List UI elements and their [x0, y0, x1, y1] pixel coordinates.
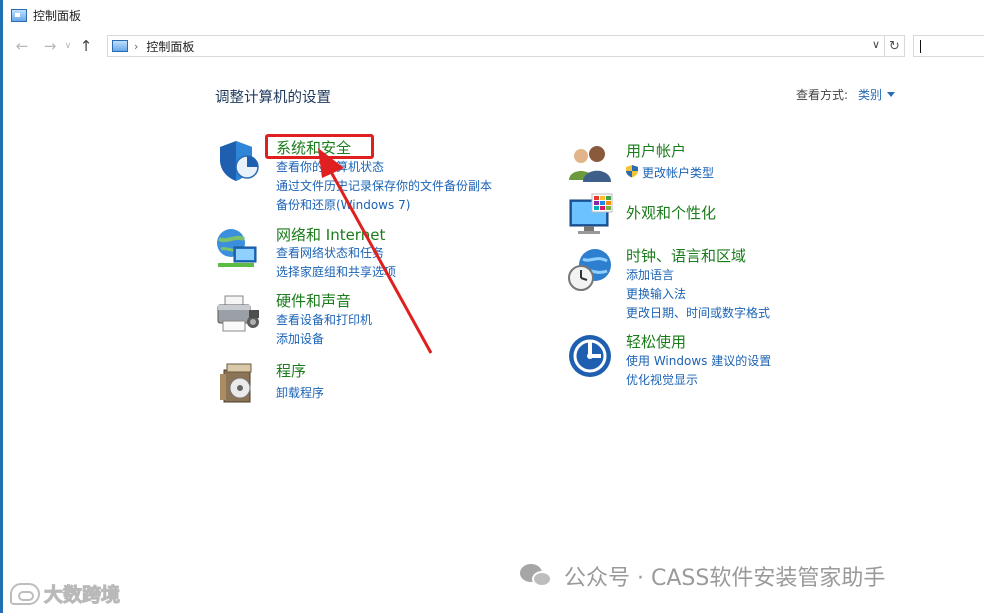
link-add-language[interactable]: 添加语言: [626, 266, 674, 283]
window-left-border: [0, 0, 3, 613]
back-arrow-icon[interactable]: ←: [11, 35, 33, 57]
watermark-left-text: 大数跨境: [43, 584, 121, 607]
title-bar: 控制面板: [3, 0, 984, 30]
link-file-history-backup[interactable]: 通过文件历史记录保存你的文件备份副本: [276, 177, 492, 194]
breadcrumb-control-panel[interactable]: 控制面板: [146, 38, 194, 55]
recent-locations-chevron-icon[interactable]: ∨: [61, 35, 75, 57]
category-title-network[interactable]: 网络和 Internet: [276, 224, 385, 245]
link-devices-printers[interactable]: 查看设备和打印机: [276, 311, 372, 328]
programs-icon: [220, 363, 252, 403]
shield-icon: [220, 141, 259, 181]
users-icon: [569, 146, 611, 182]
control-panel-icon: [112, 40, 128, 52]
monitor-palette-icon: [569, 193, 613, 234]
watermark-left: 大数跨境: [10, 580, 121, 607]
category-title-appearance[interactable]: 外观和个性化: [626, 202, 716, 223]
link-backup-restore[interactable]: 备份和还原(Windows 7): [276, 196, 410, 213]
watermark-right-text: 公众号 · CASS软件安装管家助手: [564, 566, 886, 591]
wechat-icon: [520, 562, 554, 590]
uac-shield-icon: [626, 165, 638, 178]
refresh-icon[interactable]: ↻: [885, 35, 905, 57]
view-by-label: 查看方式:: [796, 88, 849, 102]
link-change-account-type[interactable]: 更改帐户类型: [642, 164, 714, 181]
link-optimize-visual-display[interactable]: 优化视觉显示: [626, 371, 698, 388]
address-dropdown-icon[interactable]: ∨: [872, 38, 880, 51]
link-view-computer-status[interactable]: 查看你的计算机状态: [276, 158, 384, 175]
page-title: 调整计算机的设置: [215, 90, 331, 106]
category-title-hardware[interactable]: 硬件和声音: [276, 290, 351, 311]
ease-of-access-icon: [569, 335, 611, 377]
category-title-ease-of-access[interactable]: 轻松使用: [626, 331, 686, 352]
watermark-right: 公众号 · CASS软件安装管家助手: [520, 560, 885, 592]
printer-icon: [217, 295, 259, 332]
search-input[interactable]: [913, 35, 984, 57]
category-title-programs[interactable]: 程序: [276, 360, 306, 381]
address-bar[interactable]: › 控制面板 ∨: [107, 35, 885, 57]
navigation-bar: ← → ∨ ↑ › 控制面板 ∨ ↻: [3, 32, 984, 60]
link-change-date-time-format[interactable]: 更改日期、时间或数字格式: [626, 304, 770, 321]
view-by-dropdown[interactable]: 类别: [858, 86, 882, 103]
link-network-status[interactable]: 查看网络状态和任务: [276, 244, 384, 261]
control-panel-icon: [11, 8, 27, 22]
annotation-highlight-box: [265, 134, 374, 159]
dropdown-caret-icon[interactable]: [887, 92, 896, 97]
link-recommended-settings[interactable]: 使用 Windows 建议的设置: [626, 352, 771, 369]
up-arrow-icon[interactable]: ↑: [75, 35, 97, 57]
breadcrumb-chevron-icon[interactable]: ›: [134, 40, 138, 53]
clock-globe-icon: [568, 249, 611, 291]
forward-arrow-icon[interactable]: →: [39, 35, 61, 57]
link-change-input-method[interactable]: 更换输入法: [626, 285, 686, 302]
category-title-user-accounts[interactable]: 用户帐户: [626, 140, 686, 161]
window-title: 控制面板: [33, 8, 82, 23]
link-uninstall-program[interactable]: 卸载程序: [276, 384, 324, 401]
view-by: 查看方式: 类别: [796, 86, 896, 103]
network-globe-icon: [217, 229, 257, 267]
category-title-clock-region[interactable]: 时钟、语言和区域: [626, 245, 746, 266]
link-homegroup-sharing[interactable]: 选择家庭组和共享选项: [276, 263, 396, 280]
brand-logo-icon: [10, 582, 40, 605]
link-add-device[interactable]: 添加设备: [276, 330, 324, 347]
